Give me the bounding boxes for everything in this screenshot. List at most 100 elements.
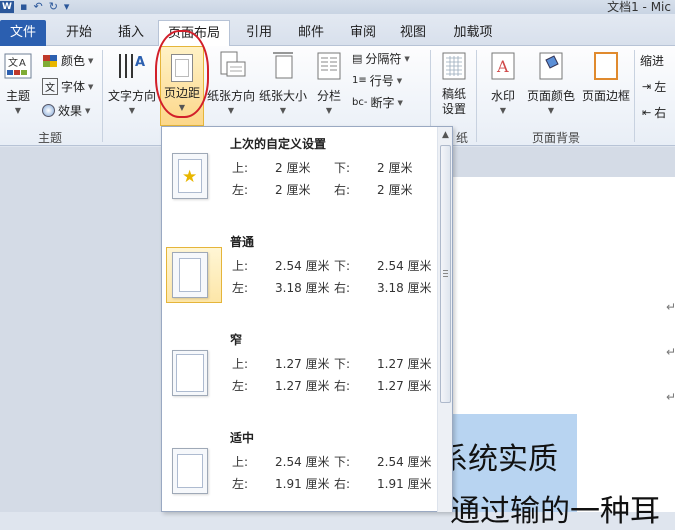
- breaks-button[interactable]: ▤ 分隔符 ▼: [352, 50, 410, 67]
- margin-option-moderate[interactable]: 适中 上: 2.54 厘米 下: 2.54 厘米 左: 1.91 厘米 右: 1…: [162, 421, 437, 519]
- right-margin-label: 右:: [334, 183, 351, 197]
- margin-preview-thumbnail: [172, 448, 208, 494]
- left-margin-value: 1.91 厘米: [275, 477, 330, 491]
- columns-button[interactable]: 分栏 ▼: [312, 50, 346, 115]
- margin-preview-content: [176, 354, 204, 392]
- page-color-button[interactable]: 页面颜色 ▼: [524, 50, 578, 115]
- manuscript-settings-label: 稿纸 设置: [441, 87, 466, 116]
- page-size-button[interactable]: 纸张大小 ▼: [258, 50, 308, 115]
- theme-fonts-button[interactable]: 文 字体 ▼: [42, 78, 93, 95]
- indent-right-label: 右: [654, 106, 667, 120]
- quick-access-toolbar: W ▪ ↶ ↻ ▾: [0, 0, 69, 14]
- document-text-line[interactable]: 通过输的一种耳: [450, 486, 660, 530]
- chevron-down-icon: ▼: [397, 98, 403, 107]
- indent-left-label: 左: [654, 80, 667, 94]
- window-title: 文档1 - Mic: [607, 0, 671, 14]
- line-numbers-button[interactable]: 1≡ 行号 ▼: [352, 72, 402, 89]
- theme-fonts-label: 字体: [61, 80, 86, 94]
- scroll-up-arrow-icon[interactable]: ▲: [438, 127, 453, 143]
- ribbon-tabs: 文件 开始 插入 页面布局 引用 邮件 审阅 视图 加载项: [0, 14, 675, 47]
- line-numbers-icon: 1≡: [352, 75, 367, 86]
- orientation-label: 纸张方向: [206, 89, 255, 103]
- tab-file[interactable]: 文件: [0, 20, 46, 46]
- margin-option-last-custom[interactable]: ★ 上次的自定义设置 上: 2 厘米 下: 2 厘米 左: 2 厘米 右: 2 …: [162, 127, 437, 225]
- breaks-label: 分隔符: [365, 52, 402, 66]
- watermark-label: 水印: [490, 89, 515, 103]
- theme-effects-button[interactable]: 效果 ▼: [42, 102, 90, 119]
- page-size-icon: [273, 52, 293, 79]
- orientation-button[interactable]: 纸张方向 ▼: [206, 50, 256, 115]
- word-logo-icon: W: [0, 1, 14, 13]
- theme-colors-label: 颜色: [61, 54, 86, 68]
- tab-view[interactable]: 视图: [388, 20, 438, 46]
- chevron-down-icon: ▼: [279, 106, 287, 115]
- chevron-down-icon: ▼: [499, 106, 507, 115]
- indent-left-control[interactable]: ⇥ 左: [642, 78, 666, 95]
- svg-text:A: A: [135, 55, 145, 70]
- themes-group-label: 主题: [37, 131, 62, 145]
- title-bar: W ▪ ↶ ↻ ▾ 文档1 - Mic: [0, 0, 675, 14]
- right-margin-label: 右:: [334, 379, 351, 393]
- chevron-down-icon: ▼: [128, 106, 136, 115]
- group-divider: [634, 50, 635, 142]
- page-borders-button[interactable]: 页面边框: [580, 50, 632, 104]
- redo-icon[interactable]: ↻: [49, 1, 58, 13]
- chevron-down-icon: ▼: [14, 106, 22, 115]
- columns-label: 分栏: [316, 89, 341, 103]
- manuscript-settings-button[interactable]: 稿纸 设置: [436, 50, 472, 117]
- hyphenation-button[interactable]: bc- 断字 ▼: [352, 94, 403, 111]
- margin-preview-thumbnail: ★: [172, 153, 208, 199]
- indent-label: 缩进: [640, 54, 665, 68]
- top-margin-value: 2.54 厘米: [275, 455, 330, 469]
- grip-icon: [443, 270, 448, 277]
- margin-option-heading: 窄: [230, 333, 243, 347]
- indent-right-control[interactable]: ⇤ 右: [642, 104, 666, 121]
- top-margin-value: 2 厘米: [275, 161, 311, 175]
- left-margin-label: 左:: [232, 183, 249, 197]
- margin-preview-content: [177, 454, 203, 488]
- manuscript-group-label: 纸: [455, 131, 468, 145]
- themes-button[interactable]: 文 A 主题 ▼: [2, 50, 34, 115]
- margin-option-heading: 适中: [230, 431, 255, 445]
- page-borders-label: 页面边框: [581, 89, 630, 103]
- save-icon[interactable]: ▪: [20, 1, 27, 13]
- orientation-icon: [220, 51, 246, 77]
- watermark-button[interactable]: A 水印 ▼: [484, 50, 522, 115]
- line-numbers-label: 行号: [369, 74, 394, 88]
- font-icon: 文: [42, 78, 58, 95]
- margin-preview-thumbnail: [172, 350, 208, 396]
- margin-option-normal[interactable]: 普通 上: 2.54 厘米 下: 2.54 厘米 左: 3.18 厘米 右: 3…: [162, 225, 437, 323]
- dropdown-scrollbar[interactable]: ▲: [437, 127, 452, 512]
- watermark-icon: A: [491, 52, 515, 80]
- breaks-icon: ▤: [352, 52, 363, 65]
- margin-option-heading: 普通: [230, 235, 255, 249]
- tab-add-ins[interactable]: 加载项: [442, 20, 504, 46]
- margin-preview-content: [179, 258, 201, 292]
- tab-insert[interactable]: 插入: [106, 20, 156, 46]
- undo-icon[interactable]: ↶: [33, 1, 42, 13]
- customize-qat-icon[interactable]: ▾: [64, 1, 70, 13]
- tab-review[interactable]: 审阅: [338, 20, 388, 46]
- margin-option-narrow[interactable]: 窄 上: 1.27 厘米 下: 1.27 厘米 左: 1.27 厘米 右: 1.…: [162, 323, 437, 421]
- tab-home[interactable]: 开始: [54, 20, 104, 46]
- svg-text:A: A: [19, 58, 26, 69]
- bottom-margin-label: 下:: [334, 161, 351, 175]
- page-background-group-label: 页面背景: [531, 131, 580, 145]
- left-margin-label: 左:: [232, 281, 249, 295]
- paragraph-mark: ↵: [666, 345, 675, 359]
- margin-preview-thumbnail: [172, 252, 208, 298]
- tab-references[interactable]: 引用: [234, 20, 284, 46]
- right-margin-value: 1.91 厘米: [377, 477, 432, 491]
- left-margin-value: 2 厘米: [275, 183, 311, 197]
- text-direction-button[interactable]: A 文字方向 ▼: [108, 50, 156, 115]
- left-margin-label: 左:: [232, 379, 249, 393]
- top-margin-value: 1.27 厘米: [275, 357, 330, 371]
- document-text-line[interactable]: 系统实质: [438, 434, 558, 478]
- tab-mailings[interactable]: 邮件: [286, 20, 336, 46]
- left-margin-value: 1.27 厘米: [275, 379, 330, 393]
- scrollbar-thumb[interactable]: [440, 145, 451, 403]
- theme-colors-button[interactable]: 颜色 ▼: [42, 52, 93, 69]
- hyphenation-label: 断字: [370, 96, 395, 110]
- text-direction-label: 文字方向: [108, 89, 157, 103]
- indent-right-icon: ⇤: [642, 106, 652, 119]
